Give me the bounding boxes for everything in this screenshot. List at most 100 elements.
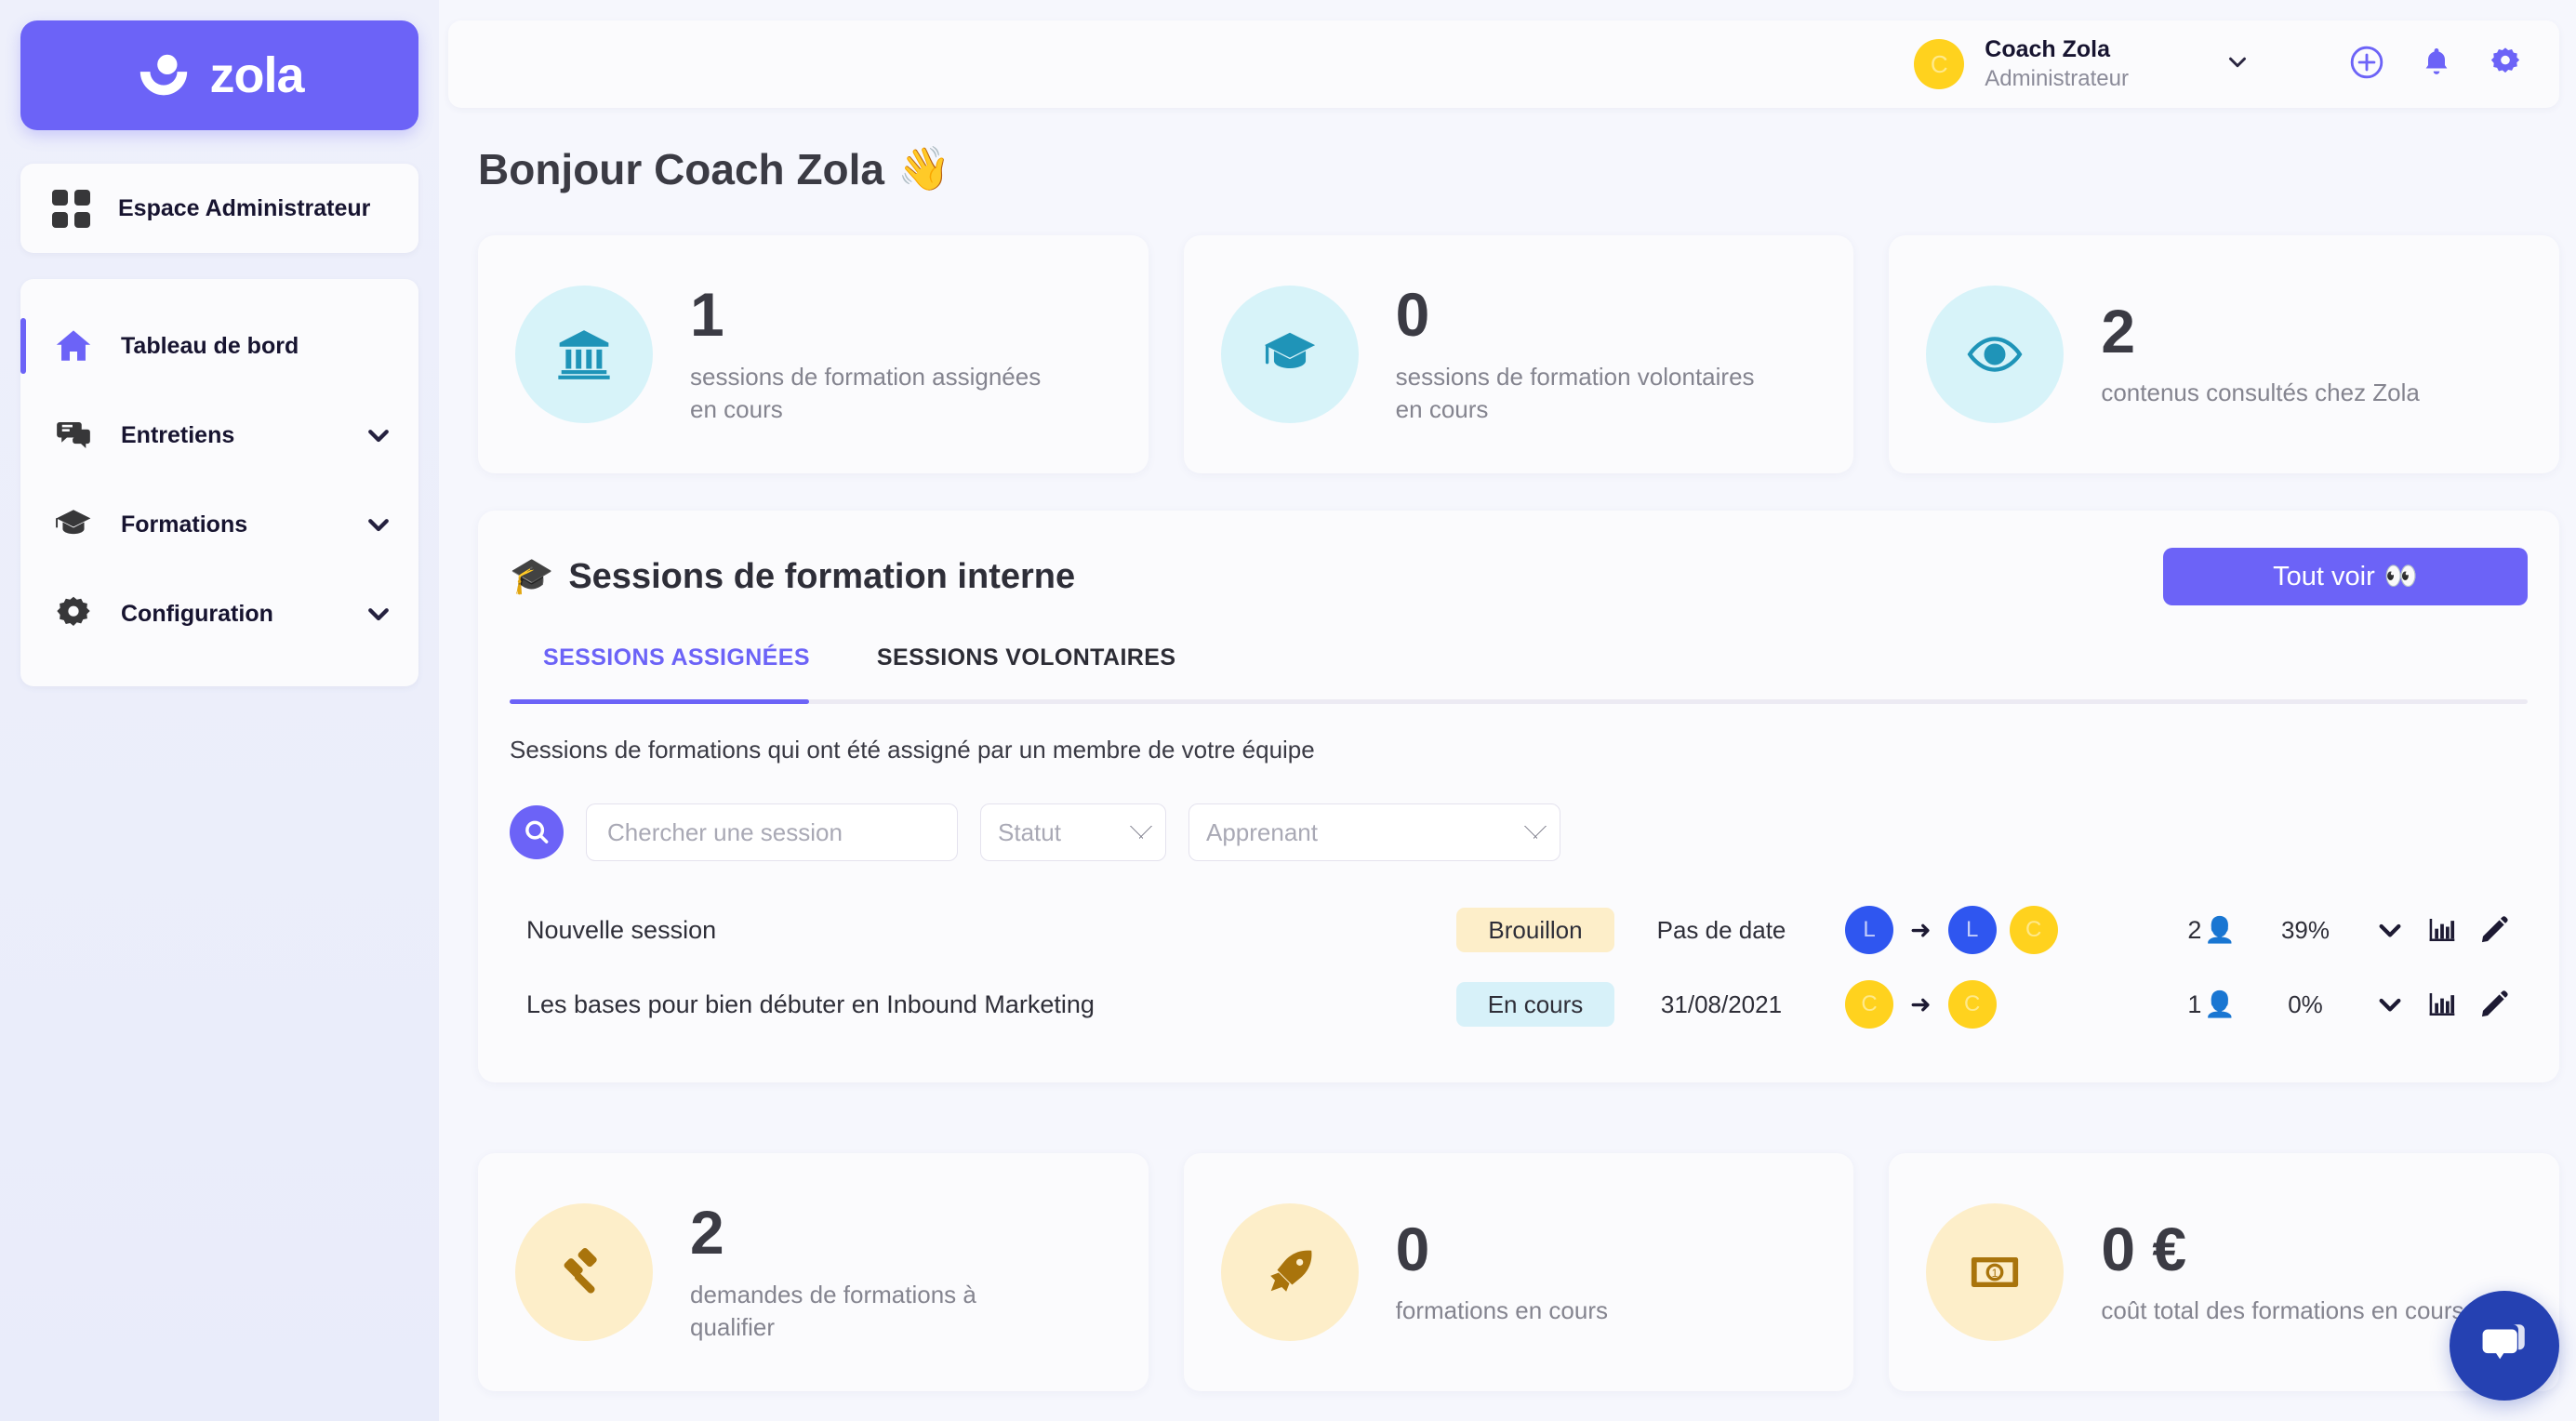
chevron-down-icon[interactable] — [2375, 915, 2405, 945]
bar-chart-icon[interactable] — [2427, 989, 2457, 1019]
greeting-text: Bonjour Coach Zola — [478, 144, 884, 193]
graduation-cap-icon — [1220, 286, 1359, 423]
sidebar-item-entretiens[interactable]: Entretiens — [20, 391, 418, 480]
stat-value: 0 € — [2101, 1214, 2187, 1283]
page-title: Bonjour Coach Zola 👋 — [478, 143, 2576, 194]
chevron-down-icon[interactable] — [2224, 48, 2251, 81]
status-badge: Brouillon — [1456, 908, 1614, 952]
status-badge: En cours — [1456, 982, 1614, 1027]
avatar: C — [2009, 906, 2058, 954]
stat-value: 2 — [2101, 296, 2136, 365]
topbar-actions — [2349, 45, 2522, 85]
panel-header: 🎓 Sessions de formation interne Tout voi… — [510, 548, 2528, 605]
filters-row: Statut Apprenant — [510, 803, 2528, 861]
search-input[interactable] — [586, 803, 958, 861]
user-role: Administrateur — [1985, 65, 2129, 91]
learners-count: 2 👤 — [2087, 915, 2236, 945]
learners-count: 1 👤 — [2087, 989, 2236, 1019]
stat-card-sessions-assignees[interactable]: 1 sessions de formation assignées en cou… — [478, 235, 1149, 473]
see-all-button[interactable]: Tout voir 👀 — [2163, 548, 2528, 605]
user-menu[interactable]: C Coach Zola Administrateur — [1914, 35, 2251, 92]
graduation-cap-emoji: 🎓 — [510, 557, 554, 596]
plus-circle-icon[interactable] — [2349, 45, 2384, 85]
row-actions — [2375, 915, 2509, 945]
gear-icon[interactable] — [2489, 46, 2522, 84]
table-row[interactable]: Les bases pour bien débuter en Inbound M… — [510, 967, 2528, 1042]
chevron-down-icon[interactable] — [2375, 989, 2405, 1019]
chevron-down-icon[interactable] — [365, 600, 392, 628]
sidebar-item-label: Formations — [121, 511, 248, 538]
avatar: C — [1914, 39, 1965, 89]
stat-value: 0 — [1395, 1214, 1430, 1283]
eyes-emoji: 👀 — [2383, 562, 2418, 591]
sidebar-item-configuration[interactable]: Configuration — [20, 569, 418, 658]
sessions-tabs: SESSIONS ASSIGNÉES SESSIONS VOLONTAIRES — [510, 644, 2528, 699]
bottom-stats-row: 2 demandes de formations à qualifier 0 f… — [478, 1153, 2560, 1391]
avatar: L — [1845, 906, 1893, 954]
chat-bubbles-icon — [52, 416, 95, 455]
session-date: Pas de date — [1656, 915, 1786, 944]
progress-percent: 39% — [2280, 915, 2330, 944]
pencil-icon[interactable] — [2479, 915, 2509, 945]
stat-label: demandes de formations à qualifier — [690, 1280, 976, 1341]
search-icon[interactable] — [510, 805, 564, 859]
sidebar-nav: Tableau de bord Entretiens Formations Co… — [20, 279, 418, 686]
stat-label: formations en cours — [1395, 1296, 1608, 1325]
admin-space-label: Espace Administrateur — [118, 194, 371, 221]
row-actions — [2375, 989, 2509, 1019]
avatar: L — [1947, 906, 1997, 954]
sessions-list: Nouvelle session Brouillon Pas de date L… — [510, 893, 2528, 1042]
banknote-icon: 1 — [1926, 1203, 2065, 1341]
sidebar-item-label: Tableau de bord — [121, 332, 299, 359]
panel-title: 🎓 Sessions de formation interne — [510, 556, 1075, 597]
chat-widget-button[interactable] — [2450, 1291, 2559, 1401]
person-emoji: 👤 — [2204, 990, 2236, 1018]
chevron-down-icon[interactable] — [365, 421, 392, 449]
avatar: C — [1947, 980, 1997, 1029]
table-row[interactable]: Nouvelle session Brouillon Pas de date L… — [510, 893, 2528, 967]
arrow-right-icon: ➜ — [1910, 989, 1932, 1018]
progress-percent: 0% — [2288, 989, 2323, 1018]
chevron-down-icon[interactable] — [365, 511, 392, 538]
assignee-avatars: L ➜ L C — [1845, 906, 2087, 954]
user-name: Coach Zola — [1985, 36, 2111, 63]
bar-chart-icon[interactable] — [2427, 915, 2457, 945]
brand-name: zola — [209, 47, 304, 103]
sidebar-item-tableau-de-bord[interactable]: Tableau de bord — [20, 301, 418, 391]
session-date: 31/08/2021 — [1660, 989, 1783, 1018]
topbar: C Coach Zola Administrateur — [448, 20, 2559, 108]
panel-title-text: Sessions de formation interne — [568, 556, 1076, 596]
stat-card-sessions-volontaires[interactable]: 0 sessions de formation volontaires en c… — [1183, 235, 1854, 473]
learners-number: 2 — [2187, 915, 2202, 944]
bell-icon[interactable] — [2420, 46, 2453, 84]
person-emoji: 👤 — [2204, 916, 2236, 944]
sidebar-item-label: Configuration — [121, 600, 273, 627]
stat-card-contenus-consultes[interactable]: 2 contenus consultés chez Zola — [1889, 235, 2560, 473]
learners-number: 1 — [2187, 989, 2202, 1018]
sidebar-item-formations[interactable]: Formations — [20, 480, 418, 569]
zola-smile-icon — [135, 46, 193, 104]
active-indicator — [20, 318, 26, 374]
wave-emoji: 👋 — [897, 144, 951, 193]
bank-icon — [515, 286, 653, 423]
arrow-right-icon: ➜ — [1910, 915, 1932, 944]
avatar: C — [1845, 980, 1893, 1029]
gavel-icon — [515, 1203, 653, 1341]
brand-logo[interactable]: zola — [20, 20, 418, 130]
session-title: Nouvelle session — [526, 915, 717, 944]
rocket-icon — [1220, 1203, 1359, 1341]
tab-sessions-volontaires[interactable]: SESSIONS VOLONTAIRES — [843, 644, 1209, 699]
sessions-panel: 🎓 Sessions de formation interne Tout voi… — [478, 511, 2559, 1082]
statut-select[interactable]: Statut — [980, 803, 1166, 861]
stat-label: coût total des formations en cours — [2101, 1296, 2464, 1325]
session-title: Les bases pour bien débuter en Inbound M… — [526, 989, 1095, 1018]
apprenant-select[interactable]: Apprenant — [1188, 803, 1560, 861]
pencil-icon[interactable] — [2479, 989, 2509, 1019]
home-icon — [52, 326, 95, 365]
sidebar-item-espace-administrateur[interactable]: Espace Administrateur — [20, 164, 418, 253]
graduation-cap-icon — [52, 505, 95, 544]
tab-sessions-assignees[interactable]: SESSIONS ASSIGNÉES — [510, 644, 843, 699]
top-stats-row: 1 sessions de formation assignées en cou… — [478, 235, 2560, 473]
stat-card-demandes-formations[interactable]: 2 demandes de formations à qualifier — [478, 1153, 1149, 1391]
stat-card-formations-en-cours[interactable]: 0 formations en cours — [1183, 1153, 1854, 1391]
